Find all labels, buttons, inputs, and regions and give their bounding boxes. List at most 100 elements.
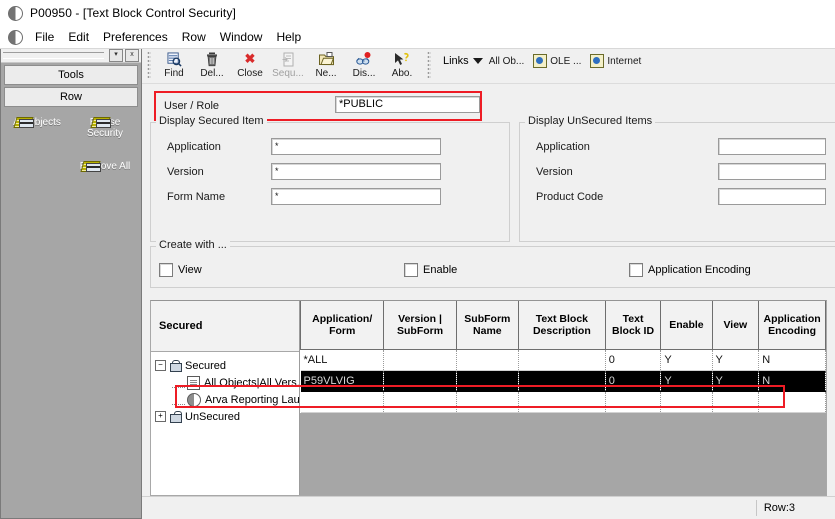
- form-region: User / Role Display Secured Item Applica…: [142, 84, 835, 300]
- about-help-icon: [383, 51, 421, 67]
- cell-view[interactable]: Y: [712, 349, 760, 371]
- toolbar-button-display[interactable]: Dis...: [345, 50, 383, 79]
- toolbar-button-close[interactable]: ✖ Close: [231, 50, 269, 79]
- expand-expander-icon[interactable]: +: [155, 411, 166, 422]
- cell-subform-name[interactable]: [456, 391, 519, 413]
- cell-text-block-id[interactable]: 0: [605, 349, 662, 371]
- chevron-down-icon[interactable]: [472, 58, 483, 64]
- sidebar-item-blurred-1[interactable]: [3, 157, 71, 174]
- window-title: P00950 - [Text Block Control Security]: [30, 6, 236, 20]
- cell-application-form[interactable]: [300, 391, 385, 413]
- unsecured-application-label: Application: [536, 140, 590, 153]
- checkbox-box-icon[interactable]: [159, 263, 173, 277]
- cell-enable[interactable]: [660, 391, 713, 413]
- tree-node-all-objects[interactable]: All Objects|All Vers.: [151, 374, 300, 391]
- lock-open-icon: [169, 410, 182, 423]
- column-header-application-encoding[interactable]: Application Encoding: [758, 301, 826, 350]
- column-header-text-block-id[interactable]: Text Block ID: [604, 301, 662, 350]
- sidebar-item-remove-all[interactable]: Remove All: [71, 157, 139, 174]
- cell-text-block-description[interactable]: [518, 391, 606, 413]
- menu-item-help[interactable]: Help: [269, 29, 308, 45]
- checkbox-box-icon[interactable]: [404, 263, 418, 277]
- collapse-expander-icon[interactable]: −: [155, 360, 166, 371]
- cell-enable[interactable]: Y: [660, 370, 713, 392]
- toolbar-button-label: Abo.: [391, 68, 413, 79]
- menu-item-window[interactable]: Window: [213, 29, 270, 45]
- link-item-all-objects[interactable]: All Ob...: [489, 56, 525, 67]
- tree-node-arva-reporting[interactable]: Arva Reporting Lau|All: [151, 391, 315, 408]
- toolbar-button-delete[interactable]: Del...: [193, 50, 231, 79]
- toolbar-button-find[interactable]: Find: [155, 50, 193, 79]
- sidebar-item-revise-security[interactable]: Revise Security: [71, 113, 139, 141]
- cell-version-subform[interactable]: [383, 349, 457, 371]
- cell-text-block-description[interactable]: [518, 349, 606, 371]
- table-row[interactable]: *ALL 0 Y Y N: [300, 349, 826, 371]
- table-row[interactable]: [300, 391, 826, 413]
- sidebar-item-all-objects[interactable]: All Objects: [3, 113, 71, 141]
- cell-application-encoding[interactable]: N: [758, 349, 826, 371]
- column-header-subform-name[interactable]: SubForm Name: [455, 301, 519, 350]
- column-header-view[interactable]: View: [711, 301, 760, 350]
- cell-application-encoding[interactable]: N: [758, 370, 826, 392]
- status-bar: Row:3: [142, 496, 835, 519]
- cell-enable[interactable]: Y: [660, 349, 713, 371]
- link-item-internet[interactable]: Internet: [590, 54, 641, 68]
- menu-item-row[interactable]: Row: [175, 29, 213, 45]
- user-role-label: User / Role: [164, 100, 220, 112]
- unsecured-version-input[interactable]: [718, 163, 826, 180]
- column-header-application-form[interactable]: Application/ Form: [299, 301, 385, 350]
- tree-node-label: UnSecured: [185, 410, 241, 423]
- tree-node-secured[interactable]: − Secured: [151, 357, 299, 374]
- user-role-input[interactable]: [335, 96, 480, 113]
- panel-dropdown-button[interactable]: ▾: [109, 49, 123, 62]
- main-body: ▾ x Tools Row All Objects Revise Securit…: [0, 49, 835, 519]
- cell-view[interactable]: [712, 391, 760, 413]
- link-item-ole[interactable]: OLE ...: [533, 54, 581, 68]
- cell-application-form[interactable]: P59VLVIG: [300, 370, 385, 392]
- display-unsecured-group: Display UnSecured Items Application Vers…: [519, 115, 835, 242]
- cell-application-encoding[interactable]: [758, 391, 826, 413]
- unsecured-application-input[interactable]: [718, 138, 826, 155]
- cell-text-block-id[interactable]: [605, 391, 662, 413]
- tree-node-unsecured[interactable]: + UnSecured: [151, 408, 299, 425]
- column-header-text-block-description[interactable]: Text Block Description: [517, 301, 606, 350]
- display-secured-group: Display Secured Item Application Version…: [150, 115, 510, 242]
- sidebar-tab-row[interactable]: Row: [4, 87, 138, 107]
- cell-subform-name[interactable]: [456, 370, 519, 392]
- window-title-bar: P00950 - [Text Block Control Security]: [0, 0, 835, 26]
- checkbox-application-encoding[interactable]: Application Encoding: [629, 263, 751, 277]
- secured-application-input[interactable]: [271, 138, 441, 155]
- table-row[interactable]: P59VLVIG 0 Y Y N: [300, 370, 826, 392]
- cell-text-block-description[interactable]: [518, 370, 606, 392]
- cell-application-form[interactable]: *ALL: [300, 349, 385, 371]
- unsecured-product-code-input[interactable]: [718, 188, 826, 205]
- sidebar-item-blurred-2[interactable]: [3, 196, 71, 213]
- panel-close-button[interactable]: x: [125, 49, 139, 62]
- secured-version-input[interactable]: [271, 163, 441, 180]
- cell-version-subform[interactable]: [383, 391, 457, 413]
- column-header-enable[interactable]: Enable: [660, 301, 713, 350]
- secured-version-label: Version: [167, 165, 204, 178]
- menu-item-file[interactable]: File: [28, 29, 61, 45]
- sidebar-tab-tools[interactable]: Tools: [4, 65, 138, 85]
- toolbar-button-new[interactable]: Ne...: [307, 50, 345, 79]
- checkbox-box-icon[interactable]: [629, 263, 643, 277]
- column-header-version-subform[interactable]: Version | SubForm: [383, 301, 457, 350]
- menu-item-preferences[interactable]: Preferences: [96, 29, 175, 45]
- cell-version-subform[interactable]: [383, 370, 457, 392]
- toolbar-grip[interactable]: [147, 51, 151, 79]
- secured-field-row: Application: [159, 134, 501, 159]
- checkbox-enable[interactable]: Enable: [404, 263, 629, 277]
- checkbox-view[interactable]: View: [159, 263, 404, 277]
- cell-text-block-id[interactable]: 0: [605, 370, 662, 392]
- menu-bar: File Edit Preferences Row Window Help: [0, 26, 835, 49]
- tree-node-label: Secured: [185, 359, 226, 372]
- toolbar-button-about[interactable]: Abo.: [383, 50, 421, 79]
- panel-drag-handle[interactable]: [3, 52, 104, 59]
- menu-item-edit[interactable]: Edit: [61, 29, 96, 45]
- secured-form-name-input[interactable]: [271, 188, 441, 205]
- cell-view[interactable]: Y: [712, 370, 760, 392]
- panel-grip-bar[interactable]: ▾ x: [1, 49, 141, 63]
- checkbox-label: View: [178, 264, 202, 276]
- cell-subform-name[interactable]: [456, 349, 519, 371]
